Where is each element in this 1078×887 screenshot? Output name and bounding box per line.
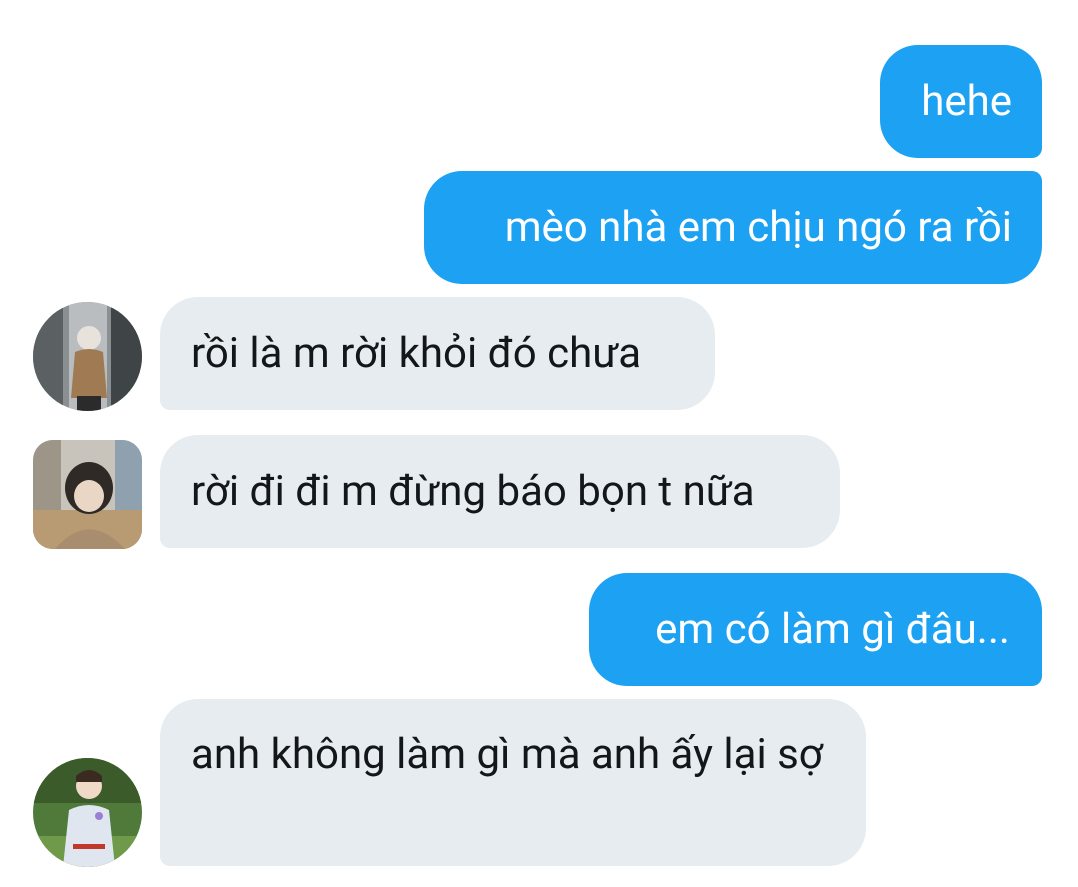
incoming-message-bubble[interactable]: rời đi đi m đừng báo bọn t nữa — [160, 435, 840, 548]
incoming-message-bubble[interactable]: rồi là m rời khỏi đó chưa — [160, 297, 715, 410]
outgoing-message-bubble[interactable]: hehe — [880, 45, 1042, 158]
incoming-message-bubble[interactable]: anh không làm gì mà anh ấy lại sợ — [160, 699, 866, 866]
user-avatar-icon[interactable] — [33, 440, 142, 549]
outgoing-message-bubble[interactable]: mèo nhà em chịu ngó ra rồi — [424, 171, 1042, 284]
user-avatar-icon[interactable] — [33, 758, 142, 867]
user-avatar-icon[interactable] — [33, 302, 142, 411]
outgoing-message-bubble[interactable]: em có làm gì đâu... — [589, 573, 1042, 686]
